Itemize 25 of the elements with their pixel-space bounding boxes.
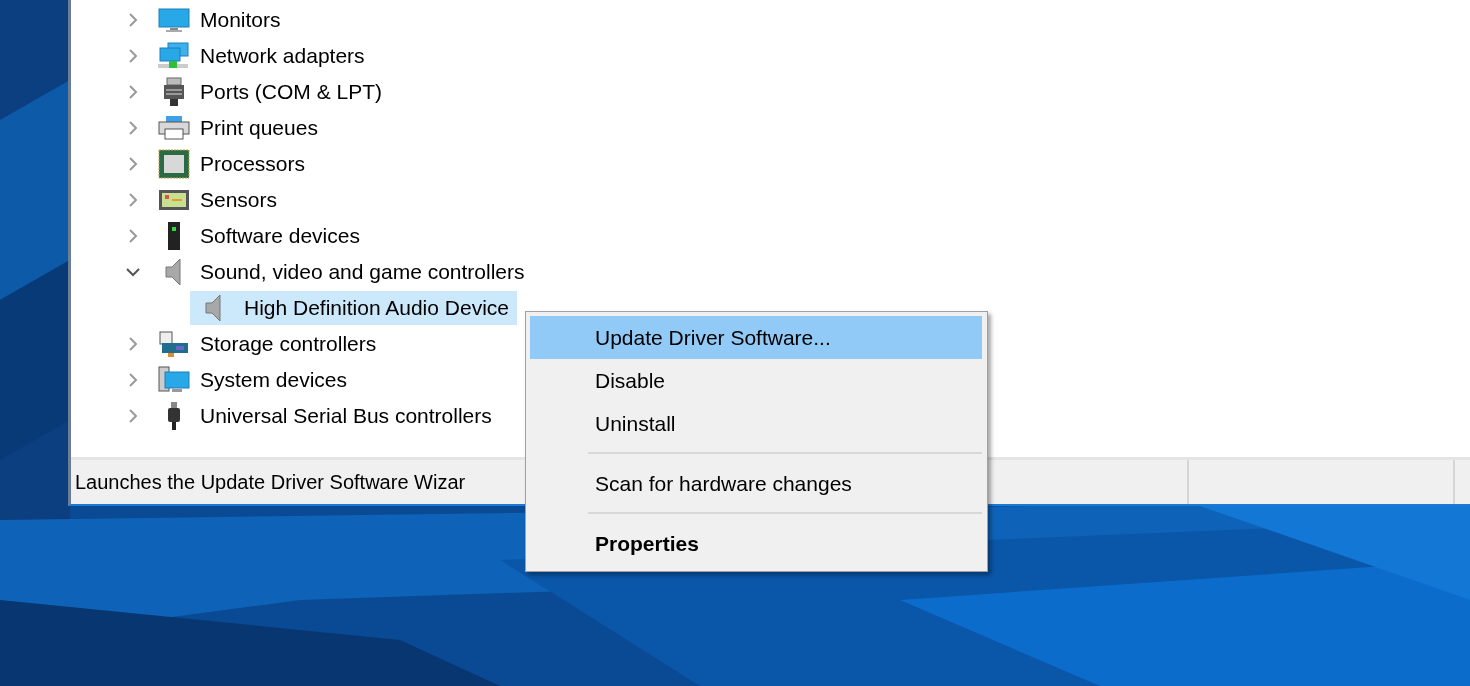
printer-icon — [158, 115, 190, 141]
tree-item[interactable]: System devices — [158, 363, 356, 397]
menu-item[interactable]: Disable — [530, 359, 982, 402]
chip-icon — [158, 149, 190, 179]
tree-item[interactable]: Print queues — [158, 111, 326, 145]
tree-item[interactable]: Ports (COM & LPT) — [158, 75, 391, 109]
tree-item[interactable]: Software devices — [158, 219, 368, 253]
storage-icon — [158, 329, 190, 359]
tree-item[interactable]: High Definition Audio Device — [190, 291, 517, 325]
tree-item[interactable]: Monitors — [158, 3, 289, 37]
tree-item[interactable]: Processors — [158, 147, 314, 181]
tree-item[interactable]: Network adapters — [158, 39, 373, 73]
sensor-icon — [158, 189, 190, 211]
network-icon — [158, 42, 190, 70]
tree-item[interactable]: Sensors — [158, 183, 286, 217]
menu-item[interactable]: Uninstall — [530, 402, 982, 445]
status-text: Launches the Update Driver Software Wizar — [75, 470, 466, 494]
menu-item[interactable]: Update Driver Software... — [530, 316, 982, 359]
menu-item[interactable]: Scan for hardware changes — [530, 462, 982, 505]
menu-item[interactable]: Properties — [530, 522, 982, 565]
monitor-icon — [158, 7, 190, 33]
tree-item[interactable]: Universal Serial Bus controllers — [158, 399, 500, 433]
computer-icon — [158, 366, 190, 394]
tree-item[interactable]: Storage controllers — [158, 327, 385, 361]
tree-item[interactable]: Sound, video and game controllers — [158, 255, 533, 289]
